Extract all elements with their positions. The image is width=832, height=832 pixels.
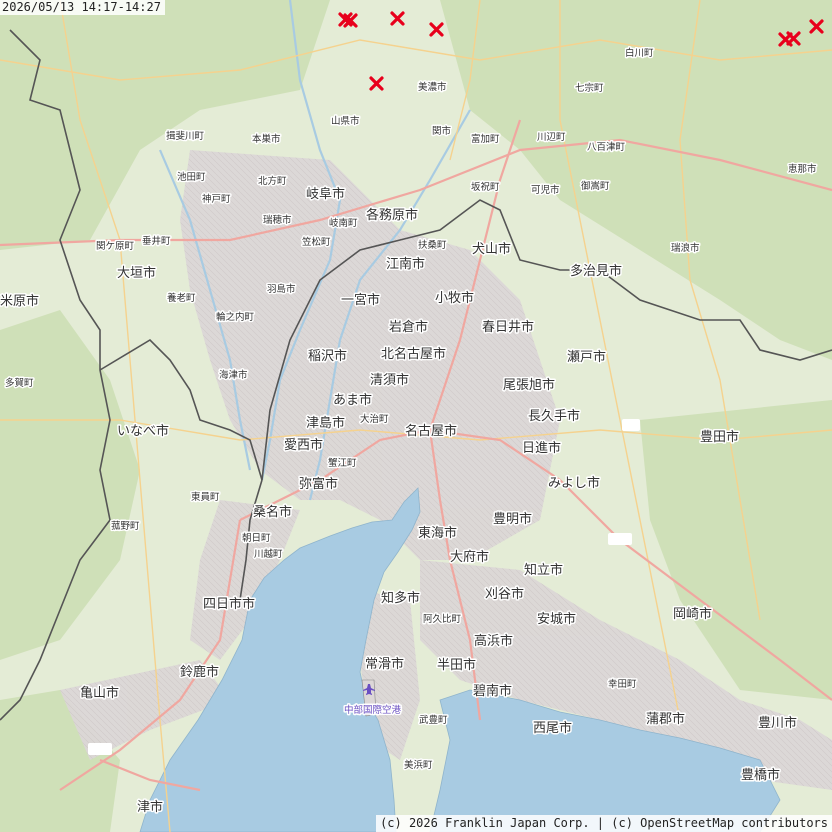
road-shield-label: E23 <box>91 746 108 756</box>
place-label: 神戸町 <box>202 193 231 205</box>
place-label: 海津市 <box>219 369 248 381</box>
place-label: 阿久比町 <box>423 613 462 625</box>
place-label: 西尾市 <box>533 720 572 736</box>
place-label: 富加町 <box>471 133 500 145</box>
place-label: みよし市 <box>548 475 600 491</box>
place-label: 稲沢市 <box>308 348 347 364</box>
place-label: 碧南市 <box>473 683 512 699</box>
place-label: 羽島市 <box>267 283 296 295</box>
place-label: 大府市 <box>450 549 489 565</box>
place-label: 瀬戸市 <box>567 349 606 365</box>
place-label: 養老町 <box>167 292 196 304</box>
road-shield-label: C3 <box>625 422 637 432</box>
place-label: 幸田町 <box>608 679 637 690</box>
place-label: 美濃市 <box>418 81 447 93</box>
place-label: 岐南町 <box>329 217 358 229</box>
place-label: 愛西市 <box>284 437 323 453</box>
place-label: 七宗町 <box>575 82 604 94</box>
place-label: あま市 <box>333 392 372 408</box>
place-label: 関市 <box>432 125 452 137</box>
place-label: 岩倉市 <box>389 319 428 335</box>
place-label: 尾張旭市 <box>503 377 555 393</box>
place-label: 春日井市 <box>482 319 534 335</box>
place-label: 豊明市 <box>493 511 532 527</box>
place-label: 垂井町 <box>142 235 171 247</box>
place-label: 瑞浪市 <box>671 242 700 254</box>
place-label: 川辺町 <box>537 132 566 143</box>
place-label: 江南市 <box>386 256 425 272</box>
place-label: 東員町 <box>191 491 220 503</box>
place-label: 関ケ原町 <box>96 241 135 252</box>
place-label: 高浜市 <box>474 633 513 649</box>
place-label: 岐阜市 <box>306 186 345 202</box>
place-label: 半田市 <box>437 657 476 673</box>
place-label: 安城市 <box>537 611 576 627</box>
place-label: 小牧市 <box>435 290 474 306</box>
place-label: 池田町 <box>177 171 206 183</box>
place-label: 本巣市 <box>252 133 281 145</box>
place-label: 武豊町 <box>419 714 448 726</box>
place-label: 御嵩町 <box>581 180 610 192</box>
place-label: 朝日町 <box>242 533 271 544</box>
place-label: 美浜町 <box>404 759 433 771</box>
place-label: 常滑市 <box>365 656 404 672</box>
place-label: 可児市 <box>531 184 560 196</box>
road-shield-c3: C3 <box>622 419 640 432</box>
place-label: 清須市 <box>370 372 409 388</box>
place-label: 蒲郡市 <box>646 711 685 727</box>
place-label: 白川町 <box>625 47 654 59</box>
place-label: いなべ市 <box>117 423 169 439</box>
place-label: 蟹江町 <box>328 457 357 469</box>
place-label: 豊田市 <box>700 429 739 445</box>
road-shield-e1a: E1A <box>608 533 632 546</box>
place-label: 鈴鹿市 <box>180 664 219 680</box>
place-label: 菰野町 <box>111 520 140 532</box>
road-shield-label: E1A <box>611 536 629 546</box>
place-label: 一宮市 <box>341 292 380 308</box>
place-label: 大治町 <box>360 413 389 425</box>
place-label: 揖斐川町 <box>166 130 205 142</box>
place-label: 豊川市 <box>758 715 797 731</box>
place-label: 東海市 <box>418 525 457 541</box>
place-label: 多治見市 <box>570 263 622 279</box>
road-shield-e23: E23 <box>88 743 112 756</box>
place-label: 弥富市 <box>299 476 338 492</box>
place-label: 刈谷市 <box>485 586 524 602</box>
place-label: 知多市 <box>381 590 420 606</box>
place-label: 豊橋市 <box>741 767 780 783</box>
airport-label: 中部国際空港 <box>344 704 402 716</box>
place-label: 津島市 <box>306 415 345 431</box>
map-attribution: (c) 2026 Franklin Japan Corp. | (c) Open… <box>376 815 832 832</box>
map-canvas[interactable]: C3 E1A E23 岐阜市 各務原市 大垣市 江南市 犬山市 多治見市 一宮市… <box>0 0 832 832</box>
place-label: 長久手市 <box>528 408 580 424</box>
place-label: 岡崎市 <box>673 606 712 622</box>
place-label: 四日市市 <box>203 596 255 612</box>
place-label: 各務原市 <box>366 207 418 223</box>
place-label: 山県市 <box>331 115 360 127</box>
place-label: 津市 <box>137 799 163 815</box>
place-label: 坂祝町 <box>471 181 500 193</box>
place-label: 亀山市 <box>80 685 119 701</box>
place-label: 日進市 <box>522 440 561 456</box>
place-label: 瑞穂市 <box>263 214 292 226</box>
place-label: 川越町 <box>254 548 283 560</box>
place-label: 輪之内町 <box>216 311 255 323</box>
place-label: 扶桑町 <box>418 239 447 251</box>
place-label: 米原市 <box>0 293 39 309</box>
place-label: 八百津町 <box>587 142 626 153</box>
place-label: 大垣市 <box>117 265 156 281</box>
place-label: 多賀町 <box>5 377 34 389</box>
place-label: 桑名市 <box>253 504 292 520</box>
place-label: 北名古屋市 <box>381 346 446 362</box>
place-label: 名古屋市 <box>405 423 457 439</box>
timestamp-label: 2026/05/13 14:17-14:27 <box>0 0 165 15</box>
place-label: 犬山市 <box>472 241 511 257</box>
place-label: 知立市 <box>524 562 563 578</box>
place-label: 笠松町 <box>302 236 331 248</box>
place-label: 恵那市 <box>788 163 817 175</box>
place-label: 北方町 <box>258 175 287 187</box>
